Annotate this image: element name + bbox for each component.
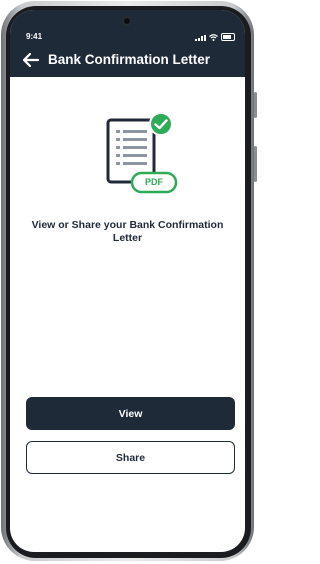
arrow-left-icon: [22, 52, 40, 68]
app-screen: 9:41 Bank Confirmation Letter PDF View o…: [10, 10, 245, 552]
pdf-badge-label: PDF: [145, 177, 163, 187]
page-title: Bank Confirmation Letter: [48, 52, 211, 67]
phone-frame: 9:41 Bank Confirmation Letter PDF View o…: [0, 0, 257, 564]
back-button[interactable]: [22, 52, 40, 68]
volume-button: [254, 92, 257, 118]
status-time: 9:41: [26, 32, 43, 41]
power-button: [254, 146, 257, 182]
pdf-document-illustration: PDF: [105, 108, 179, 194]
view-button[interactable]: View: [26, 397, 235, 430]
battery-icon: [221, 33, 235, 41]
share-button[interactable]: Share: [26, 441, 235, 474]
signal-icon: [195, 35, 206, 41]
app-header: 9:41 Bank Confirmation Letter: [10, 10, 245, 77]
front-camera: [122, 16, 132, 26]
status-icons: [195, 33, 235, 41]
wifi-icon: [209, 34, 218, 41]
instruction-message: View or Share your Bank Confirmation Let…: [31, 219, 224, 244]
